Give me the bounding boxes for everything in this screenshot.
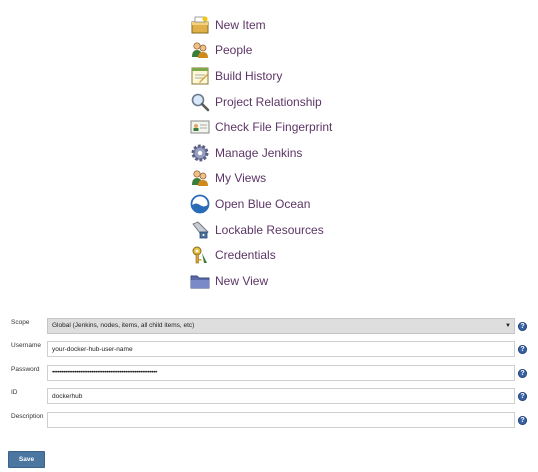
magnifier-icon <box>190 92 210 112</box>
menu-label-new-view[interactable]: New View <box>215 274 268 288</box>
save-button[interactable]: Save <box>8 451 45 468</box>
side-menu: New Item People Build History Project Re… <box>190 12 332 294</box>
menu-item-manage-jenkins[interactable]: Manage Jenkins <box>190 140 332 166</box>
menu-label-open-blue-ocean[interactable]: Open Blue Ocean <box>215 197 310 211</box>
description-textarea[interactable] <box>47 412 515 428</box>
help-icon[interactable]: ? <box>518 344 527 354</box>
scope-row: Scope Global (Jenkins, nodes, items, all… <box>0 318 538 338</box>
id-label: ID <box>11 389 18 396</box>
build-history-icon <box>190 66 210 86</box>
lock-icon <box>190 220 210 240</box>
scope-select[interactable]: Global (Jenkins, nodes, items, all child… <box>47 318 515 334</box>
username-label: Username <box>11 342 41 349</box>
username-input[interactable] <box>47 341 515 357</box>
password-label: Password <box>11 366 40 373</box>
help-icon[interactable]: ? <box>518 415 527 425</box>
scope-select-value: Global (Jenkins, nodes, items, all child… <box>52 322 195 329</box>
menu-item-build-history[interactable]: Build History <box>190 63 332 89</box>
people-icon <box>190 40 210 60</box>
description-label: Description <box>11 413 44 420</box>
menu-label-check-file-fingerprint[interactable]: Check File Fingerprint <box>215 120 332 134</box>
menu-label-project-relationship[interactable]: Project Relationship <box>215 95 322 109</box>
menu-label-my-views[interactable]: My Views <box>215 171 266 185</box>
menu-label-credentials[interactable]: Credentials <box>215 248 276 262</box>
menu-label-manage-jenkins[interactable]: Manage Jenkins <box>215 146 302 160</box>
menu-label-build-history[interactable]: Build History <box>215 69 282 83</box>
menu-item-lockable-resources[interactable]: Lockable Resources <box>190 217 332 243</box>
new-item-icon <box>190 15 210 35</box>
key-icon <box>190 245 210 265</box>
help-icon[interactable]: ? <box>518 321 527 331</box>
password-input[interactable]: ••••••••••••••••••••••••••••••••••••••••… <box>47 365 515 381</box>
menu-item-my-views[interactable]: My Views <box>190 166 332 192</box>
menu-item-open-blue-ocean[interactable]: Open Blue Ocean <box>190 191 332 217</box>
fingerprint-icon <box>190 117 210 137</box>
menu-label-lockable-resources[interactable]: Lockable Resources <box>215 223 324 237</box>
id-input[interactable] <box>47 388 515 404</box>
scope-label: Scope <box>11 319 30 326</box>
menu-label-people[interactable]: People <box>215 43 252 57</box>
password-row: Password •••••••••••••••••••••••••••••••… <box>0 365 538 385</box>
description-row: Description ? <box>0 412 538 432</box>
help-icon[interactable]: ? <box>518 368 527 378</box>
menu-item-check-file-fingerprint[interactable]: Check File Fingerprint <box>190 114 332 140</box>
folder-icon <box>190 271 210 291</box>
menu-item-project-relationship[interactable]: Project Relationship <box>190 89 332 115</box>
password-input-value: ••••••••••••••••••••••••••••••••••••••••… <box>52 369 158 376</box>
id-row: ID ? <box>0 388 538 408</box>
menu-item-new-item[interactable]: New Item <box>190 12 332 38</box>
menu-item-credentials[interactable]: Credentials <box>190 242 332 268</box>
blue-ocean-icon <box>190 194 210 214</box>
menu-item-new-view[interactable]: New View <box>190 268 332 294</box>
username-row: Username ? <box>0 341 538 361</box>
help-icon[interactable]: ? <box>518 391 527 401</box>
chevron-down-icon: ▼ <box>505 323 511 329</box>
menu-item-people[interactable]: People <box>190 38 332 64</box>
menu-label-new-item[interactable]: New Item <box>215 18 266 32</box>
gear-icon <box>190 143 210 163</box>
user-views-icon <box>190 168 210 188</box>
